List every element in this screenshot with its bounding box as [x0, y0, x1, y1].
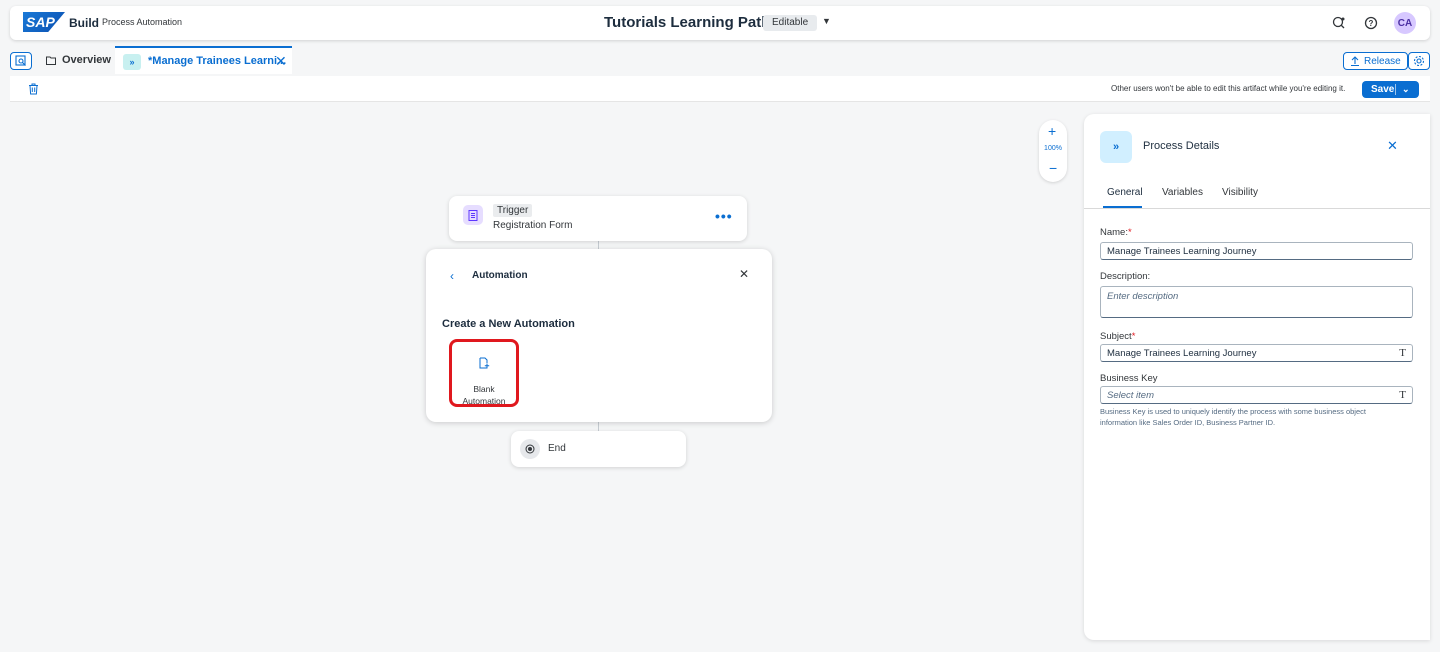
close-icon[interactable]: ✕ [739, 267, 749, 281]
shell-bar: SAP Build Process Automation Tutorials L… [10, 6, 1430, 40]
name-input[interactable]: Manage Trainees Learning Journey [1100, 242, 1413, 260]
tab-overview-label: Overview [62, 54, 111, 66]
settings-button[interactable] [1408, 52, 1430, 70]
text-format-icon[interactable]: T [1399, 347, 1406, 359]
business-key-help: Business Key is used to uniquely identif… [1100, 407, 1366, 427]
zoom-out-button[interactable]: − [1049, 160, 1057, 176]
name-label: Name:* [1100, 227, 1132, 238]
folder-icon [46, 56, 56, 65]
process-details-panel: » Process Details ✕ General Variables Vi… [1084, 114, 1430, 640]
add-automation-icon [478, 356, 490, 374]
help-icon[interactable]: ? [1362, 14, 1380, 32]
close-icon[interactable]: ✕ [1387, 138, 1398, 154]
description-label: Description: [1100, 271, 1151, 282]
process-icon: » [1100, 131, 1132, 163]
subject-value: Manage Trainees Learning Journey [1107, 347, 1257, 359]
avatar[interactable]: CA [1394, 12, 1416, 34]
subject-label: Subject* [1100, 331, 1136, 342]
trash-icon [29, 83, 38, 95]
tab-bar: Overview » *Manage Trainees Learni... ✕ … [10, 46, 1430, 74]
release-button[interactable]: Release [1343, 52, 1408, 70]
flow-connector [598, 241, 599, 249]
feedback-icon[interactable] [1330, 14, 1348, 32]
edit-lock-message: Other users won't be able to edit this a… [1111, 84, 1346, 93]
form-icon [463, 205, 483, 225]
automation-panel-title: Automation [472, 270, 528, 281]
chevron-down-icon[interactable]: ⌄ [1396, 84, 1410, 95]
back-icon[interactable]: ‹ [450, 269, 454, 283]
brand-name: Build [69, 16, 99, 30]
process-details-title: Process Details [1143, 140, 1220, 152]
more-options-icon[interactable]: ••• [715, 208, 733, 224]
blank-automation-label: Blank Automation [462, 384, 506, 406]
trigger-node[interactable]: Trigger Registration Form ••• [449, 196, 747, 241]
release-label: Release [1364, 55, 1401, 67]
delete-button[interactable] [28, 82, 39, 100]
end-node[interactable]: End [511, 431, 686, 467]
end-label: End [548, 443, 566, 454]
status-badge: Editable [763, 15, 818, 31]
business-key-input[interactable]: Select item T [1100, 386, 1413, 404]
text-format-icon[interactable]: T [1399, 389, 1406, 401]
sap-logo[interactable]: SAP [23, 12, 65, 32]
active-tab-indicator [1103, 206, 1142, 208]
close-icon[interactable]: ✕ [275, 53, 287, 70]
chevron-down-icon[interactable]: ▼ [822, 16, 831, 26]
zoom-control: + 100% − [1039, 120, 1067, 182]
upload-icon [1351, 56, 1359, 66]
zoom-level[interactable]: 100% [1039, 145, 1067, 152]
tab-overview[interactable]: Overview [46, 54, 111, 66]
tab-visibility[interactable]: Visibility [1222, 187, 1258, 198]
create-automation-heading: Create a New Automation [442, 318, 575, 330]
process-icon: » [123, 54, 141, 70]
project-title[interactable]: Tutorials Learning Path [604, 14, 770, 31]
tab-process-label: *Manage Trainees Learni... [148, 55, 287, 67]
tab-general[interactable]: General [1107, 187, 1143, 198]
business-key-placeholder: Select item [1107, 389, 1154, 401]
svg-text:?: ? [1369, 19, 1374, 28]
subject-input[interactable]: Manage Trainees Learning Journey T [1100, 344, 1413, 362]
search-icon [15, 55, 26, 66]
toolbar: Other users won't be able to edit this a… [10, 76, 1430, 102]
zoom-in-button[interactable]: + [1048, 123, 1056, 139]
flow-connector [598, 422, 599, 431]
gear-icon [1413, 55, 1425, 67]
end-icon [520, 439, 540, 459]
search-artifact-button[interactable] [10, 52, 32, 70]
trigger-tag: Trigger [493, 204, 533, 217]
blank-automation-card[interactable]: Blank Automation [449, 339, 519, 407]
automation-panel: ‹ Automation ✕ Create a New Automation B… [426, 249, 772, 422]
save-button[interactable]: Save ⌄ [1362, 81, 1419, 98]
tab-variables[interactable]: Variables [1162, 187, 1203, 198]
save-label: Save [1362, 84, 1396, 95]
tab-process[interactable]: » *Manage Trainees Learni... ✕ [115, 46, 292, 74]
product-name: Process Automation [102, 17, 183, 27]
trigger-name: Registration Form [493, 220, 573, 231]
description-input[interactable]: Enter description [1100, 286, 1413, 318]
details-tabs: General Variables Visibility [1084, 178, 1430, 209]
business-key-label: Business Key [1100, 373, 1158, 384]
